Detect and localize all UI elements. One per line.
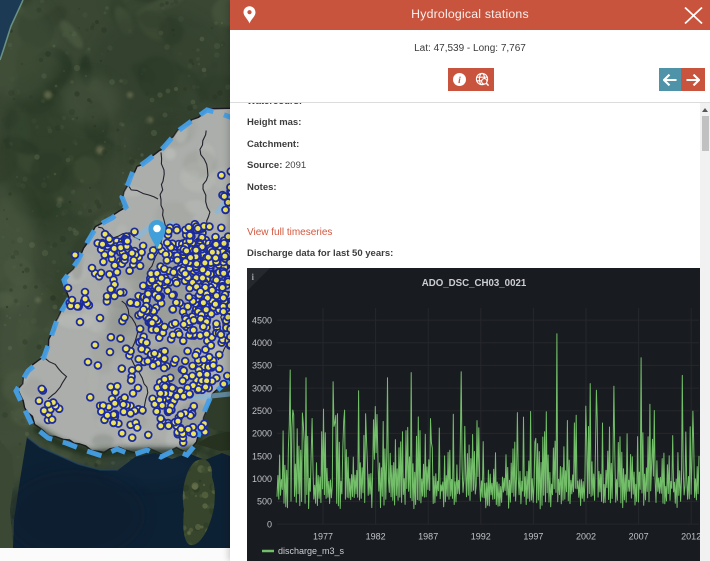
svg-text:1992: 1992 [471,531,491,541]
svg-text:1977: 1977 [313,531,333,541]
svg-text:2000: 2000 [252,428,272,438]
svg-text:0: 0 [267,519,272,529]
svg-text:i: i [458,76,461,86]
svg-text:1000: 1000 [252,474,272,484]
svg-text:1987: 1987 [418,531,438,541]
svg-text:1982: 1982 [366,531,386,541]
svg-text:3000: 3000 [252,383,272,393]
svg-text:discharge_m3_s: discharge_m3_s [278,546,345,556]
svg-text:1500: 1500 [252,451,272,461]
svg-text:2012: 2012 [681,531,700,541]
svg-text:4000: 4000 [252,338,272,348]
svg-text:4500: 4500 [252,315,272,325]
svg-text:2007: 2007 [629,531,649,541]
svg-text:ADO_DSC_CH03_0021: ADO_DSC_CH03_0021 [422,278,527,289]
svg-text:1997: 1997 [523,531,543,541]
svg-text:3500: 3500 [252,360,272,370]
svg-text:2002: 2002 [576,531,596,541]
svg-text:2500: 2500 [252,406,272,416]
svg-text:500: 500 [257,496,272,506]
